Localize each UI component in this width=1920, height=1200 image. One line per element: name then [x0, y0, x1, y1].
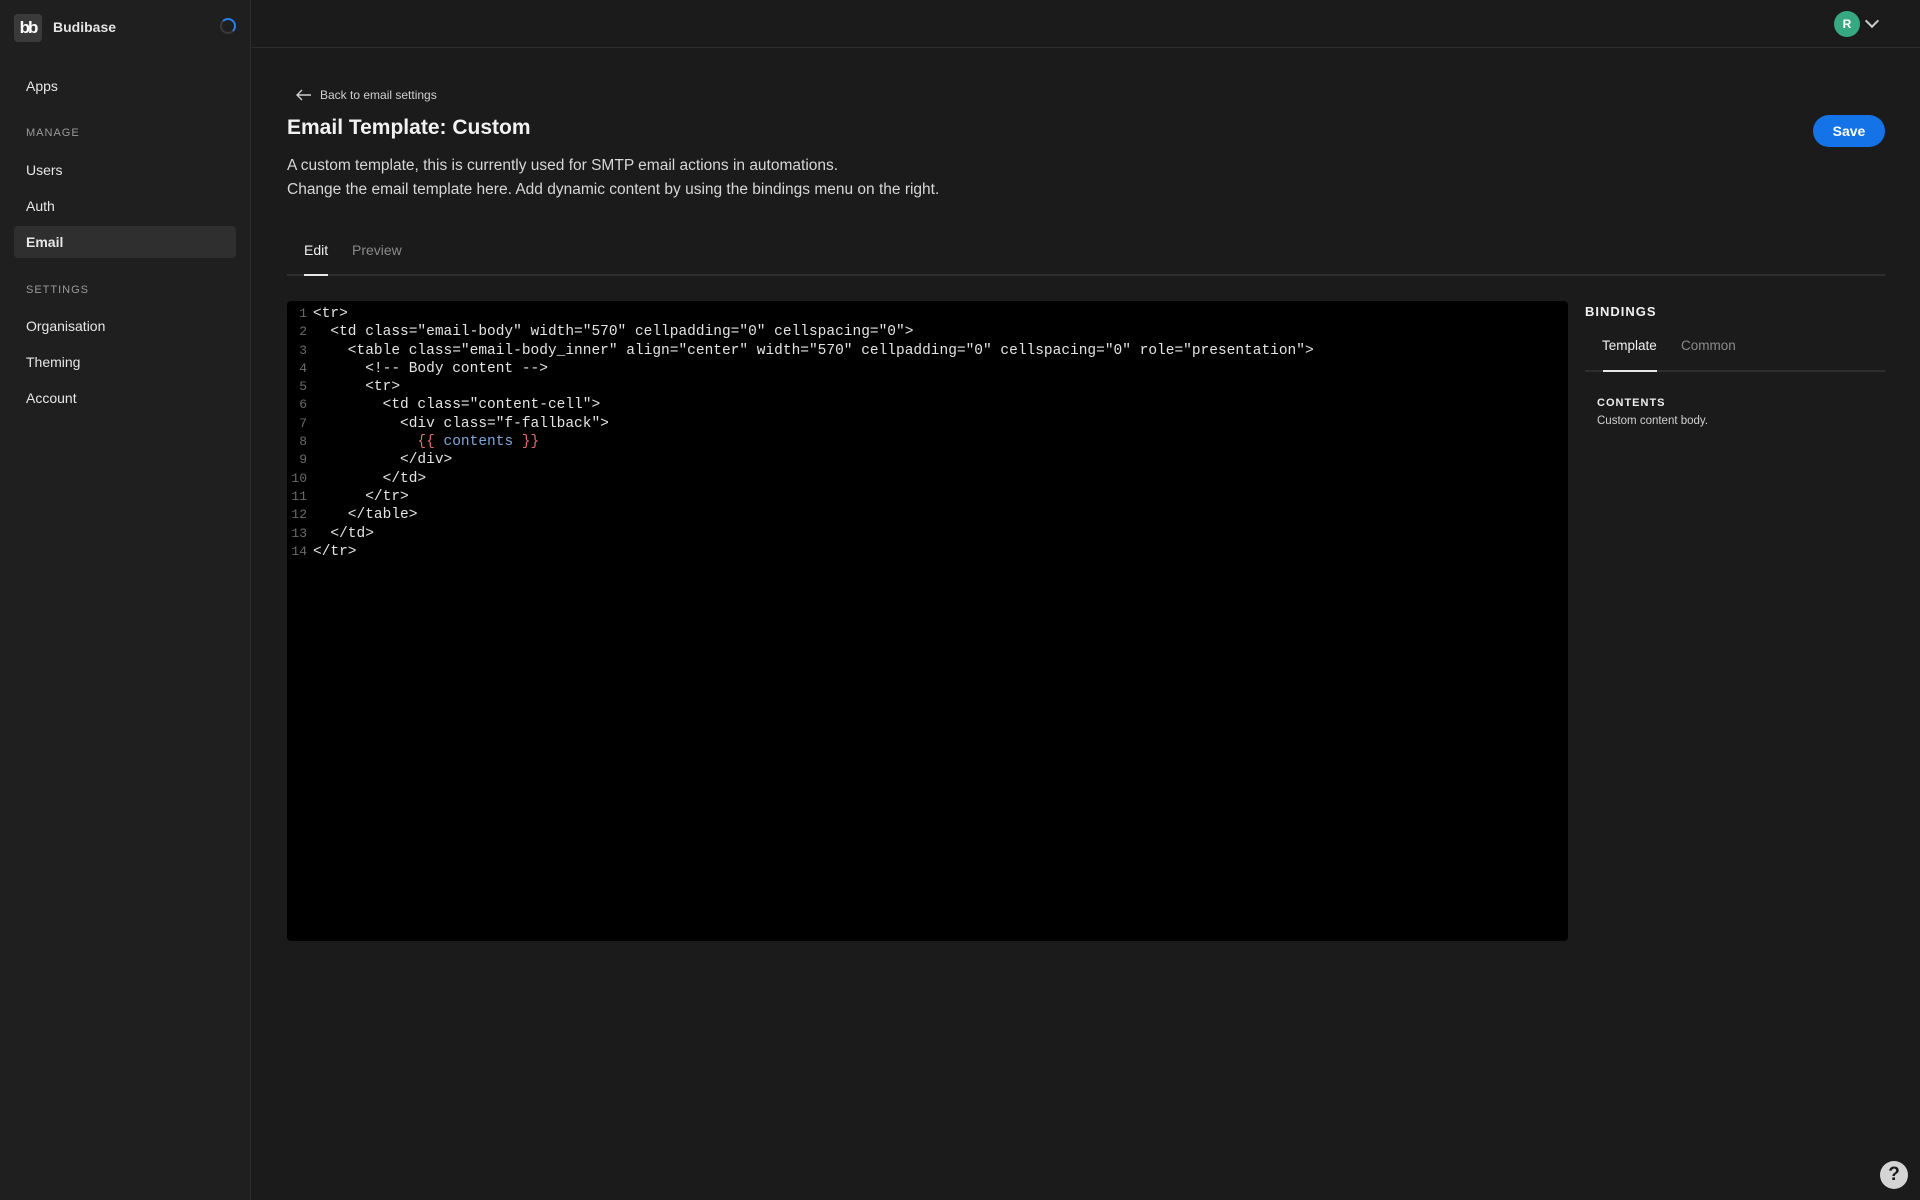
line-number: 4 [299, 360, 307, 376]
code-line: 12 </table> [287, 506, 1568, 524]
code-line: 1 <tr> [287, 305, 1568, 323]
code-line: 10 </td> [287, 470, 1568, 488]
code-segment: <td class="content-cell"> [313, 397, 601, 414]
sidebar-heading-settings: SETTINGS [26, 284, 90, 296]
code-text: </td> [313, 470, 427, 488]
code-line: 9 </div> [287, 451, 1568, 469]
page-description-line-2: Change the email template here. Add dyna… [287, 181, 940, 198]
app-name: Budibase [53, 19, 117, 35]
tab-common[interactable]: Common [1681, 338, 1736, 353]
code-text: <td class="content-cell"> [313, 396, 601, 414]
code-line: 11 </tr> [287, 488, 1568, 506]
back-link[interactable]: Back to email settings [296, 88, 437, 102]
code-line: 6 <td class="content-cell"> [287, 396, 1568, 414]
line-number: 10 [291, 470, 307, 486]
line-number: 7 [299, 415, 307, 431]
page-description-line-1: A custom template, this is currently use… [287, 157, 839, 174]
code-editor[interactable]: 1 <tr> 2 <td class="email-body" width="570… [287, 301, 1568, 941]
line-number: 6 [299, 397, 307, 413]
code-text: <table class="email-body_inner" align="c… [313, 342, 1314, 360]
page-title: Email Template: Custom [287, 116, 531, 139]
code-line: 14 </tr> [287, 543, 1568, 561]
code-segment: </td> [313, 525, 374, 542]
line-number: 1 [299, 306, 307, 321]
binding-item-description: Custom content body. [1597, 415, 1709, 427]
code-text: </td> [313, 525, 374, 543]
bindings-title: BINDINGS [1585, 304, 1657, 319]
top-bar [252, 0, 1920, 48]
tab-edit-indicator [304, 274, 328, 276]
line-number: 12 [291, 507, 307, 523]
code-text: <tr> [313, 378, 400, 396]
token-brace: }} [521, 434, 540, 451]
code-segment: <!-- Body content --> [313, 360, 548, 377]
code-segment: <tr> [313, 306, 348, 322]
sidebar-item-organisation[interactable]: Organisation [26, 318, 105, 334]
code-line: 7 <div class="f-fallback"> [287, 415, 1568, 433]
code-segment: </tr> [313, 543, 357, 560]
binding-item-name[interactable]: CONTENTS [1597, 397, 1666, 409]
sidebar-heading-manage: MANAGE [26, 127, 80, 139]
code-segment: <table class="email-body_inner" align="c… [313, 342, 1314, 359]
tab-edit[interactable]: Edit [304, 242, 328, 258]
code-segment: <tr> [313, 379, 401, 396]
code-line: 5 <tr> [287, 378, 1568, 396]
code-segment: <td class="email-body" width="570" cellp… [313, 324, 914, 341]
arrow-left-icon [296, 89, 311, 101]
sidebar-item-auth[interactable]: Auth [26, 198, 55, 214]
code-text: {{ contents }} [313, 433, 539, 451]
code-line: 8 {{ contents }} [287, 433, 1568, 451]
help-icon[interactable]: ? [1880, 1161, 1908, 1189]
code-text: <tr> [313, 305, 348, 323]
code-text: </table> [313, 506, 418, 524]
back-link-label: Back to email settings [320, 88, 437, 102]
tab-template-indicator [1603, 370, 1657, 372]
tab-template[interactable]: Template [1602, 338, 1657, 353]
line-number: 2 [299, 324, 307, 340]
tabs-divider [287, 274, 1885, 276]
code-segment: </table> [313, 507, 418, 524]
line-number: 5 [299, 379, 307, 395]
sidebar: bb Budibase Apps MANAGE Users Auth Email… [0, 0, 251, 1200]
line-number: 8 [299, 434, 307, 450]
sidebar-item-account[interactable]: Account [26, 390, 77, 406]
sidebar-item-email[interactable]: Email [26, 234, 63, 250]
line-number: 14 [291, 543, 307, 559]
code-line: 2 <td class="email-body" width="570" cel… [287, 323, 1568, 341]
sidebar-item-apps[interactable]: Apps [26, 78, 58, 94]
line-number: 13 [291, 525, 307, 541]
sidebar-item-users[interactable]: Users [26, 162, 63, 178]
code-text: </tr> [313, 488, 409, 506]
code-text: <div class="f-fallback"> [313, 415, 609, 433]
line-number: 11 [291, 488, 307, 504]
code-segment: </td> [313, 470, 427, 487]
code-segment: </tr> [313, 488, 409, 505]
token-var: contents [434, 434, 522, 451]
sidebar-item-theming[interactable]: Theming [26, 354, 80, 370]
loading-spinner-icon [220, 18, 236, 34]
save-button[interactable]: Save [1813, 115, 1885, 147]
code-text: <!-- Body content --> [313, 360, 548, 378]
code-text: <td class="email-body" width="570" cellp… [313, 323, 913, 341]
line-number: 9 [299, 452, 307, 468]
budibase-logo[interactable]: bb [14, 14, 42, 42]
token-brace: {{ [417, 434, 435, 451]
line-number: 3 [299, 342, 307, 358]
tab-preview[interactable]: Preview [352, 242, 402, 258]
code-segment: </div> [313, 452, 453, 469]
user-avatar[interactable]: R [1834, 11, 1860, 37]
code-text: </tr> [313, 543, 357, 561]
code-line: 13 </td> [287, 525, 1568, 543]
code-segment: <div class="f-fallback"> [313, 415, 609, 432]
code-line: 3 <table class="email-body_inner" align=… [287, 342, 1568, 360]
code-text: </div> [313, 451, 452, 469]
code-line: 4 <!-- Body content --> [287, 360, 1568, 378]
